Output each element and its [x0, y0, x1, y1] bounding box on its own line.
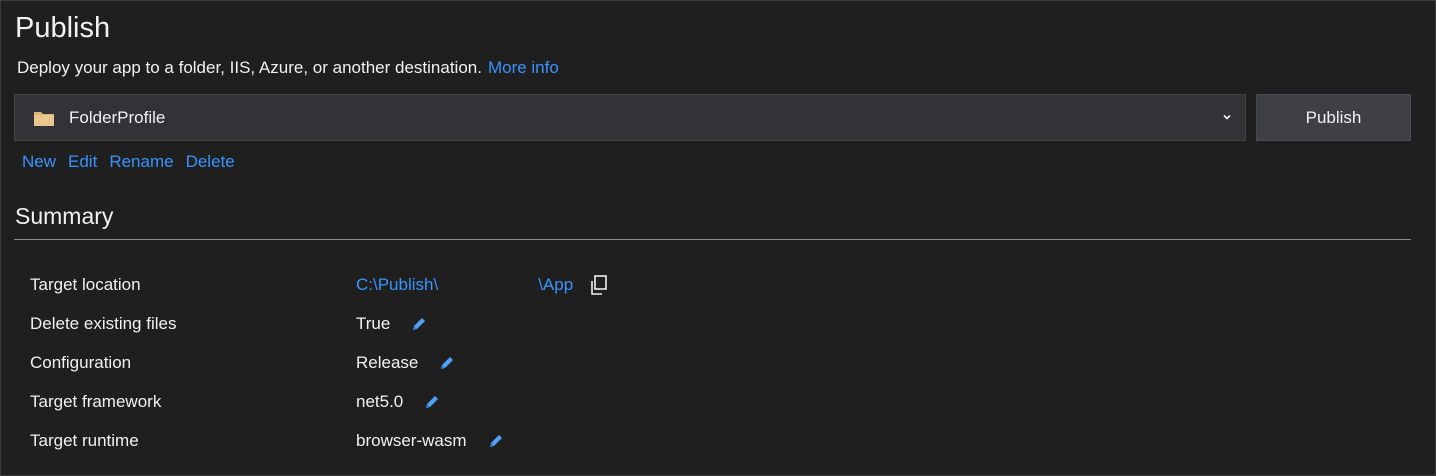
- summary-label: Target framework: [30, 392, 162, 411]
- folder-icon: [34, 111, 54, 126]
- rename-profile-link[interactable]: Rename: [109, 152, 173, 171]
- new-profile-link[interactable]: New: [22, 152, 56, 171]
- chevron-down-icon: [1223, 114, 1231, 120]
- summary-label: Target runtime: [30, 431, 139, 450]
- summary-value: Release: [356, 350, 456, 376]
- summary-divider: [14, 239, 1411, 240]
- page-subtitle: Deploy your app to a folder, IIS, Azure,…: [17, 56, 559, 80]
- summary-row-target-location: Target location C:\Publish\ \App: [30, 272, 730, 298]
- summary-label: Configuration: [30, 353, 132, 372]
- configuration-value: Release: [356, 353, 419, 372]
- summary-label: Target location: [30, 275, 141, 294]
- target-location-prefix: C:\Publish\: [356, 275, 439, 294]
- pencil-icon[interactable]: [423, 393, 441, 411]
- summary-value: net5.0: [356, 389, 441, 415]
- summary-value: browser-wasm: [356, 428, 505, 454]
- summary-label: Delete existing files: [30, 314, 177, 333]
- summary-heading: Summary: [15, 203, 114, 229]
- summary-row-target-runtime: Target runtime browser-wasm: [30, 428, 730, 454]
- target-runtime-value: browser-wasm: [356, 431, 467, 450]
- copy-icon[interactable]: [589, 274, 609, 296]
- profile-dropdown[interactable]: FolderProfile: [14, 94, 1246, 141]
- publish-button[interactable]: Publish: [1256, 94, 1411, 141]
- pencil-icon[interactable]: [487, 432, 505, 450]
- subtitle-text: Deploy your app to a folder, IIS, Azure,…: [17, 58, 482, 77]
- summary-row-configuration: Configuration Release: [30, 350, 730, 376]
- edit-profile-link[interactable]: Edit: [68, 152, 97, 171]
- target-location-suffix: \App: [538, 275, 574, 294]
- delete-existing-files-value: True: [356, 314, 391, 333]
- summary-row-delete-existing-files: Delete existing files True: [30, 311, 730, 337]
- more-info-link[interactable]: More info: [488, 58, 559, 77]
- profile-name: FolderProfile: [69, 107, 166, 127]
- target-framework-value: net5.0: [356, 392, 404, 411]
- summary-value: True: [356, 311, 428, 337]
- pencil-icon[interactable]: [410, 315, 428, 333]
- page-title: Publish: [15, 12, 111, 44]
- target-location-value[interactable]: C:\Publish\ \App: [356, 272, 609, 298]
- summary-row-target-framework: Target framework net5.0: [30, 389, 730, 415]
- profile-actions: New Edit Rename Delete: [22, 150, 247, 174]
- pencil-icon[interactable]: [438, 354, 456, 372]
- delete-profile-link[interactable]: Delete: [186, 152, 235, 171]
